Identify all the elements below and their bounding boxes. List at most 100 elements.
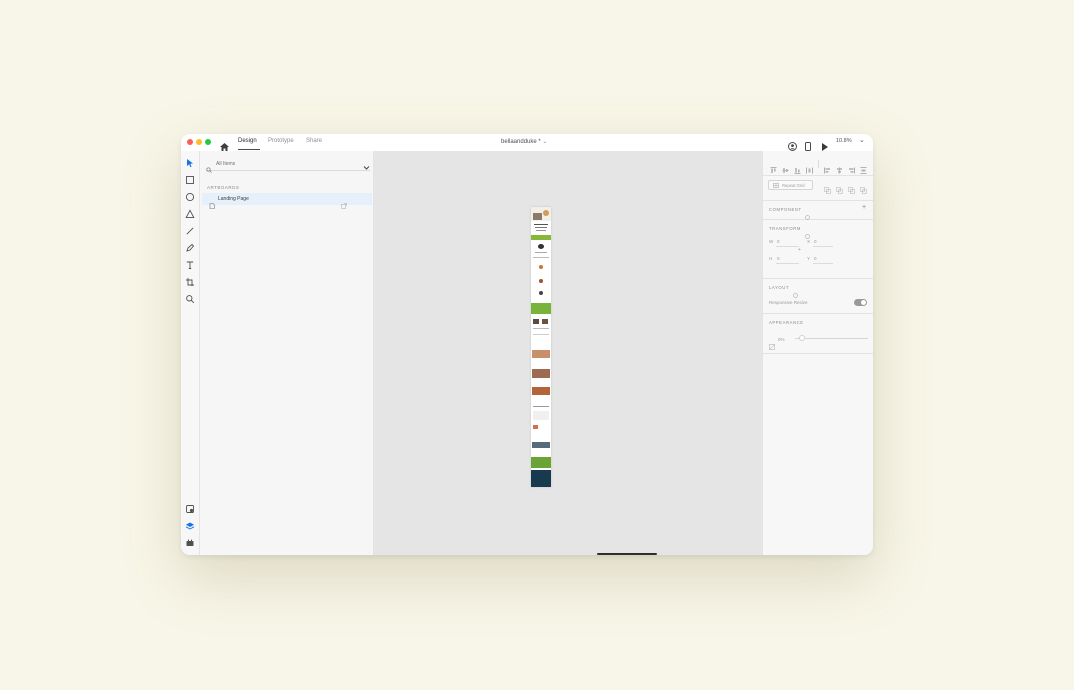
artboard-footer-block <box>531 470 551 487</box>
artboard-icon <box>209 196 215 214</box>
layer-item-label: Landing Page <box>218 196 249 202</box>
repeat-grid-button[interactable]: Repeat Grid <box>768 180 813 190</box>
component-section: COMPONENT + <box>763 200 873 220</box>
artboard-text-block <box>535 227 547 228</box>
artboard-green-band <box>531 303 551 314</box>
responsive-resize-label: Responsive Resize <box>769 300 808 305</box>
opacity-field[interactable]: 0% <box>778 337 785 342</box>
search-input[interactable] <box>216 159 346 168</box>
opacity-slider-knob[interactable] <box>799 335 805 341</box>
ellipse-tool-icon[interactable] <box>185 192 195 202</box>
artboard-text-block <box>536 230 546 231</box>
artboard-tool-icon[interactable] <box>185 277 195 287</box>
filter-chevron-down-icon[interactable] <box>363 158 370 176</box>
rectangle-tool-icon[interactable] <box>185 175 195 185</box>
width-field-line <box>776 246 799 247</box>
artboard-icon-block <box>538 244 544 249</box>
zoom-tool-icon[interactable] <box>185 294 195 304</box>
artboard-text-block <box>533 334 549 335</box>
artboard-image-block <box>532 387 550 395</box>
align-top-icon[interactable] <box>770 161 777 173</box>
y-label: Y <box>807 256 811 261</box>
align-middle-icon[interactable] <box>782 161 789 173</box>
design-canvas[interactable] <box>374 151 762 555</box>
artboard-green-band <box>531 457 551 468</box>
opacity-slider-track[interactable] <box>795 338 868 339</box>
line-tool-icon[interactable] <box>185 226 195 236</box>
lock-aspect-icon[interactable]: + <box>798 247 801 253</box>
polygon-tool-icon[interactable] <box>185 209 195 219</box>
tab-design[interactable]: Design <box>238 138 257 144</box>
layers-search[interactable] <box>206 158 370 173</box>
artboard-image-block <box>532 369 550 378</box>
artboard-text-block <box>535 252 547 253</box>
width-field[interactable]: 0 <box>777 239 780 244</box>
artboards-section-label: ARTBOARDS <box>207 185 240 190</box>
tab-share[interactable]: Share <box>306 138 322 144</box>
assets-panel-icon[interactable] <box>185 504 195 514</box>
component-section-title: COMPONENT <box>769 207 802 212</box>
align-bottom-icon[interactable] <box>794 161 801 174</box>
artboard-image-block <box>542 319 548 324</box>
chevron-down-icon: ⌄ <box>542 139 548 145</box>
boolean-add-icon[interactable] <box>824 181 831 199</box>
active-tab-indicator <box>238 149 260 150</box>
plugins-panel-icon[interactable] <box>185 538 195 548</box>
distribute-horizontal-icon[interactable] <box>860 161 867 174</box>
boolean-exclude-icon[interactable] <box>860 181 867 199</box>
document-title[interactable]: bellaandduke * ⌄ <box>501 138 547 145</box>
align-section <box>763 151 873 176</box>
align-right-icon[interactable] <box>848 161 855 174</box>
layout-section: LAYOUT Responsive Resize <box>763 278 873 314</box>
boolean-subtract-icon[interactable] <box>836 181 843 199</box>
layout-section-title: LAYOUT <box>769 285 790 290</box>
artboard-text-block <box>533 411 549 420</box>
align-divider <box>818 160 819 168</box>
artboard-image-block <box>533 213 542 220</box>
artboard-text-block <box>533 257 549 258</box>
artboard-landing-page[interactable] <box>531 204 551 487</box>
xd-window: Design Prototype Share bellaandduke * ⌄ … <box>181 134 873 555</box>
artboard-image-block <box>533 425 538 429</box>
artboard-thumbnail[interactable] <box>531 207 551 487</box>
align-left-icon[interactable] <box>824 161 831 174</box>
text-tool-icon[interactable] <box>185 260 195 270</box>
title-bar: Design Prototype Share bellaandduke * ⌄ … <box>181 134 873 152</box>
canvas-scrollbar[interactable] <box>597 553 657 555</box>
zoom-chevron-down-icon[interactable]: ⌄ <box>859 136 865 144</box>
close-window-button[interactable] <box>187 139 193 145</box>
zoom-level[interactable]: 10.8% <box>836 138 852 144</box>
height-label: H <box>769 256 773 261</box>
grid-icon <box>773 183 779 189</box>
property-inspector: Repeat Grid COMPONENT + TRANSFORM W 0 X … <box>762 151 873 555</box>
tab-prototype[interactable]: Prototype <box>268 138 294 144</box>
transform-section-title: TRANSFORM <box>769 226 801 231</box>
add-component-icon[interactable]: + <box>862 204 866 211</box>
distribute-vertical-icon[interactable] <box>806 161 813 174</box>
responsive-resize-toggle[interactable] <box>854 299 867 306</box>
repeat-grid-label: Repeat Grid <box>782 183 805 188</box>
appearance-section-title: APPEARANCE <box>769 320 804 325</box>
select-tool-icon[interactable] <box>185 158 195 168</box>
artboard-text-block <box>533 406 549 407</box>
artboard-image-block <box>532 350 550 358</box>
y-field[interactable]: 0 <box>814 256 817 261</box>
appearance-section: APPEARANCE 0% <box>763 313 873 354</box>
y-field-line <box>813 263 833 264</box>
maximize-window-button[interactable] <box>205 139 211 145</box>
search-icon <box>206 160 212 178</box>
tools-toolbar <box>181 151 200 555</box>
align-center-icon[interactable] <box>836 161 843 174</box>
layers-panel-icon[interactable] <box>185 521 195 531</box>
pen-tool-icon[interactable] <box>185 243 195 253</box>
boolean-intersect-icon[interactable] <box>848 181 855 199</box>
artboard-icon-block <box>539 279 543 283</box>
layer-item-landing-page[interactable]: Landing Page <box>202 193 372 209</box>
minimize-window-button[interactable] <box>196 139 202 145</box>
height-field[interactable]: 0 <box>777 256 780 261</box>
transform-section: TRANSFORM W 0 X 0 + H 0 Y 0 <box>763 219 873 279</box>
export-mark-icon[interactable] <box>341 196 347 214</box>
x-field[interactable]: 0 <box>814 239 817 244</box>
artboard-icon-block <box>539 265 543 269</box>
artboard-image-block <box>532 442 550 448</box>
